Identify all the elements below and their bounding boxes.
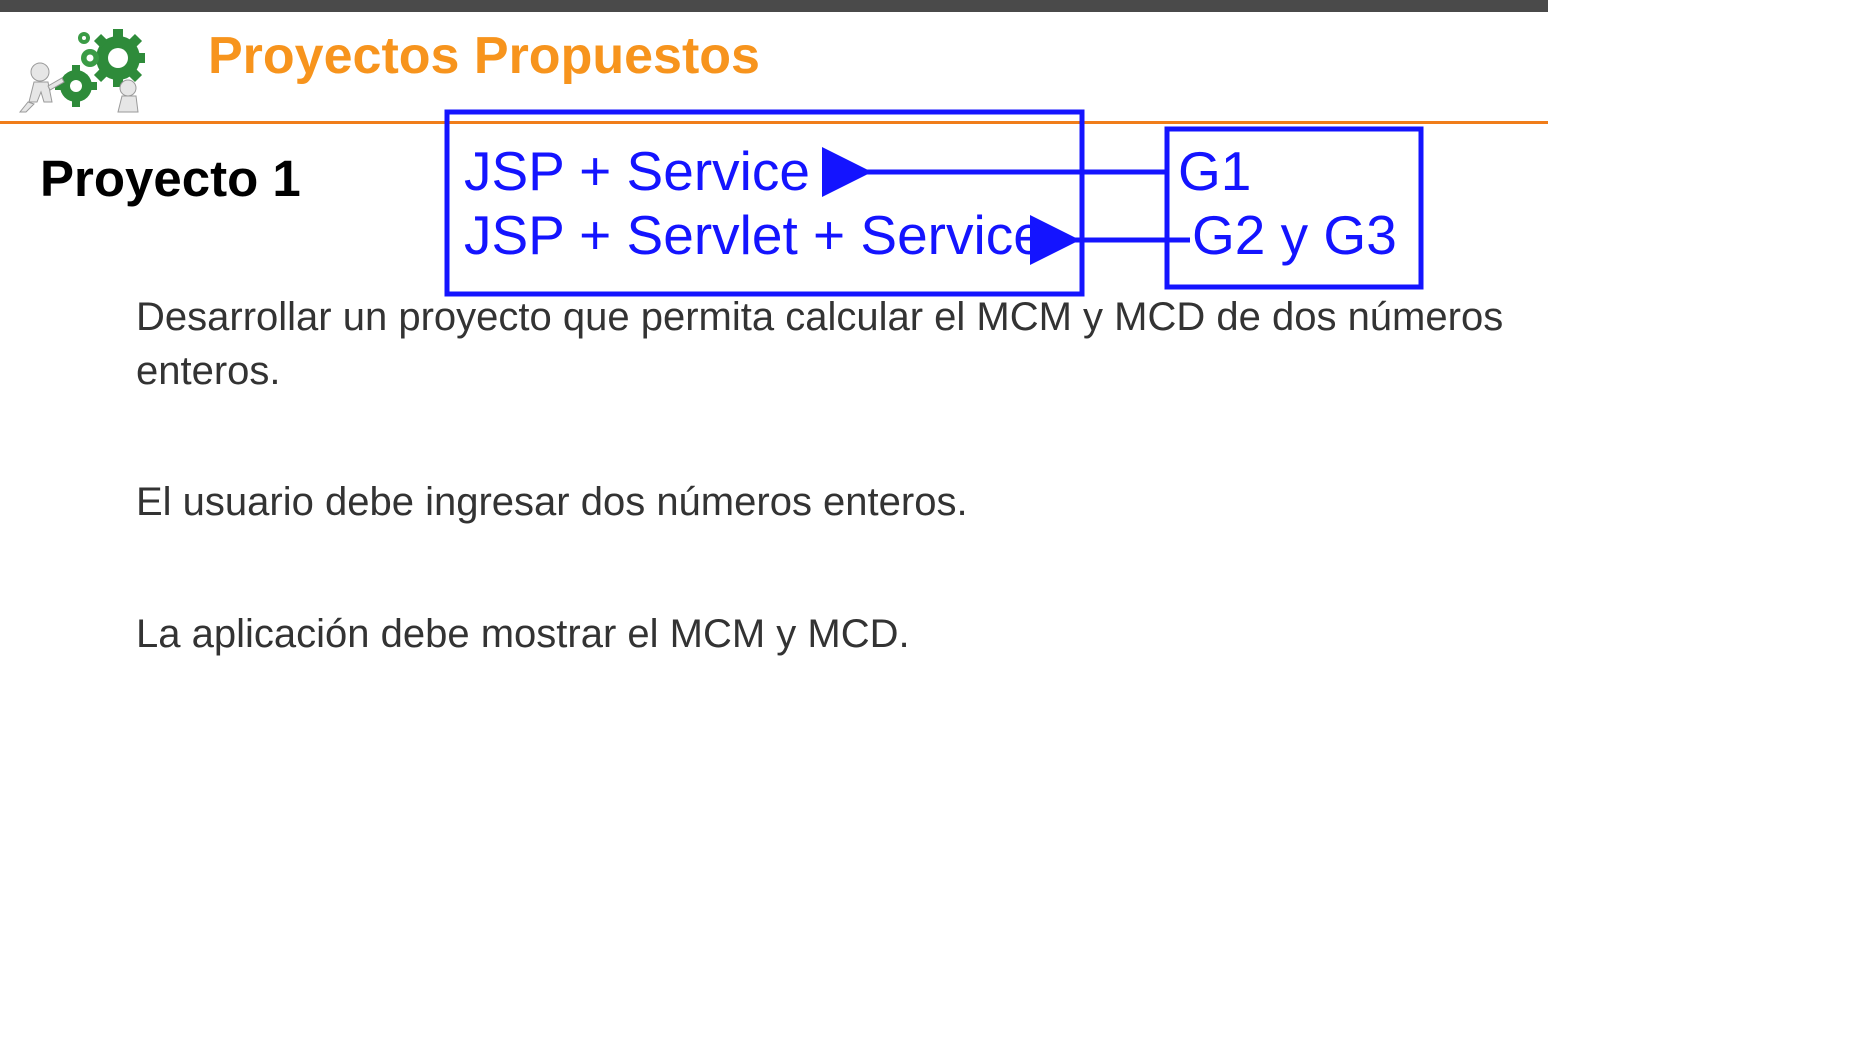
project-heading: Proyecto 1 [40, 150, 301, 207]
annotation-g2-g3: G2 y G3 [1192, 204, 1397, 266]
paragraph-description: Desarrollar un proyecto que permita calc… [136, 295, 1504, 393]
paragraph-input: El usuario debe ingresar dos números ent… [136, 480, 968, 524]
slide-title: Proyectos Propuestos [208, 27, 760, 85]
annotation-jsp-servlet-service: JSP + Servlet + Service [464, 204, 1044, 266]
annotation-jsp-service: JSP + Service [464, 140, 810, 202]
top-bar [0, 0, 1548, 12]
gears-people-logo-icon [18, 29, 145, 113]
title-divider [0, 121, 1548, 124]
annotation-g1: G1 [1178, 140, 1252, 202]
paragraph-output: La aplicación debe mostrar el MCM y MCD. [136, 612, 910, 656]
